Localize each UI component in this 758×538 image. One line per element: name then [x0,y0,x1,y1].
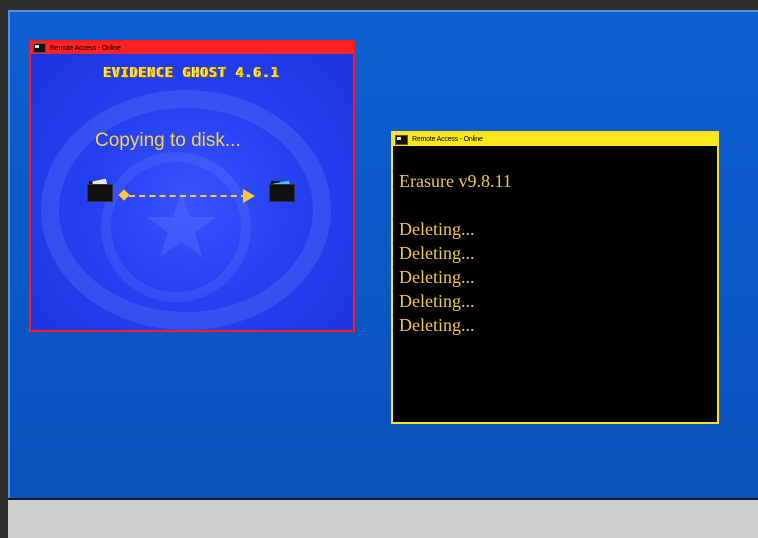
arrow-right-icon [243,189,255,203]
source-folder-icon [87,178,113,202]
console-line: Deleting... [399,243,475,263]
window-titlebar[interactable]: Remote Access - Online [31,42,353,54]
evidence-ghost-window[interactable]: Remote Access - Online ★ EVIDENCE GHOST … [29,40,355,332]
console-header: Erasure v9.8.11 [399,171,512,191]
taskbar[interactable] [8,498,758,538]
console-output: Erasure v9.8.11 Deleting... Deleting... … [399,169,512,337]
window-app-icon [33,43,46,53]
console-line: Deleting... [399,291,475,311]
transfer-arrow-line [129,195,247,197]
window-app-icon [395,134,408,145]
destination-folder-icon [269,180,295,202]
window-titlebar[interactable]: Remote Access - Online [393,133,717,146]
erasure-console-window[interactable]: Remote Access - Online Erasure v9.8.11 D… [391,131,719,424]
window-title: Remote Access - Online [412,136,483,143]
console-line: Deleting... [399,315,475,335]
console-line: Deleting... [399,267,475,287]
window-title: Remote Access - Online [50,44,121,52]
app-logo-text: EVIDENCE GHOST 4.6.1 [103,66,281,81]
console-line: Deleting... [399,219,475,239]
copy-status-text: Copying to disk... [95,130,241,151]
